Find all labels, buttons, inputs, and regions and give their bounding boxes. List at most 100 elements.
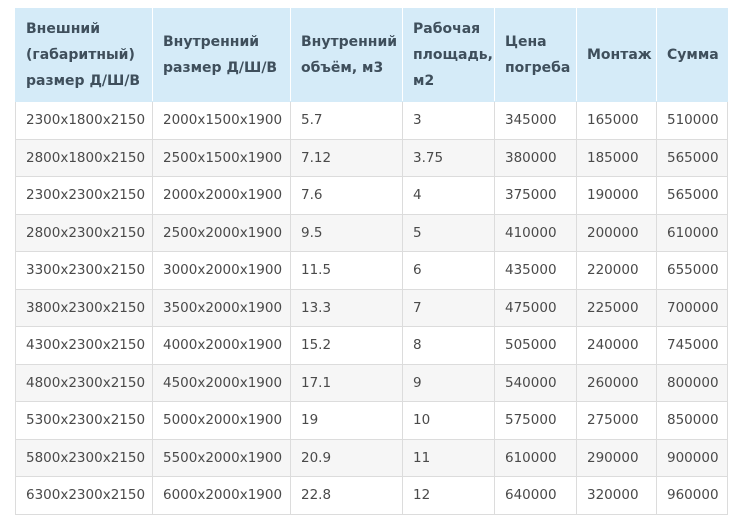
cell-total: 850000 [656, 401, 728, 440]
cell-inner-volume: 5.7 [290, 101, 403, 140]
table-row: 3300х2300х2150 3000х2000х1900 11.5 6 435000 2… [15, 251, 728, 290]
cell-cellar-price: 610000 [494, 438, 577, 477]
cell-inner-size: 2000х1500х1900 [152, 101, 291, 140]
cell-inner-size: 6000х2000х1900 [152, 476, 291, 515]
cell-inner-volume: 7.12 [290, 138, 403, 177]
cell-outer-size: 5300х2300х2150 [15, 401, 153, 440]
header-total: Сумма [656, 8, 728, 102]
cell-inner-volume: 13.3 [290, 288, 403, 327]
cell-inner-volume: 11.5 [290, 251, 403, 290]
cell-cellar-price: 375000 [494, 176, 577, 215]
cell-work-area: 6 [402, 251, 495, 290]
cell-inner-size: 5000х2000х1900 [152, 401, 291, 440]
cell-inner-size: 3000х2000х1900 [152, 251, 291, 290]
cell-installation: 185000 [576, 138, 657, 177]
cell-cellar-price: 640000 [494, 476, 577, 515]
cell-total: 800000 [656, 363, 728, 402]
cell-inner-volume: 15.2 [290, 326, 403, 365]
cell-cellar-price: 410000 [494, 213, 577, 252]
cell-cellar-price: 380000 [494, 138, 577, 177]
header-inner-volume: Внутренний объём, м3 [290, 8, 403, 102]
table-row: 6300х2300х2150 6000х2000х1900 22.8 12 640000… [15, 476, 728, 515]
cell-installation: 320000 [576, 476, 657, 515]
cell-inner-size: 4500х2000х1900 [152, 363, 291, 402]
cell-outer-size: 4300х2300х2150 [15, 326, 153, 365]
cell-total: 960000 [656, 476, 728, 515]
cell-outer-size: 2300х2300х2150 [15, 176, 153, 215]
cell-installation: 220000 [576, 251, 657, 290]
table-row: 2800х2300х2150 2500х2000х1900 9.5 5 410000 20… [15, 213, 728, 252]
cell-work-area: 5 [402, 213, 495, 252]
cell-inner-size: 2500х1500х1900 [152, 138, 291, 177]
header-cellar-price: Цена погреба [494, 8, 577, 102]
cell-total: 510000 [656, 101, 728, 140]
cell-inner-size: 2500х2000х1900 [152, 213, 291, 252]
cell-work-area: 3.75 [402, 138, 495, 177]
cell-inner-volume: 17.1 [290, 363, 403, 402]
cell-inner-size: 3500х2000х1900 [152, 288, 291, 327]
cell-cellar-price: 505000 [494, 326, 577, 365]
cell-inner-size: 4000х2000х1900 [152, 326, 291, 365]
cell-work-area: 12 [402, 476, 495, 515]
cell-outer-size: 2800х1800х2150 [15, 138, 153, 177]
cell-total: 700000 [656, 288, 728, 327]
cell-total: 610000 [656, 213, 728, 252]
cell-installation: 225000 [576, 288, 657, 327]
cell-outer-size: 3300х2300х2150 [15, 251, 153, 290]
header-row: Внешний (габаритный) размер Д/Ш/В Внутре… [15, 8, 728, 102]
cell-inner-volume: 7.6 [290, 176, 403, 215]
header-inner-size: Внутренний размер Д/Ш/В [152, 8, 291, 102]
cell-cellar-price: 540000 [494, 363, 577, 402]
header-installation: Монтаж [576, 8, 657, 102]
cell-outer-size: 6300х2300х2150 [15, 476, 153, 515]
cell-installation: 260000 [576, 363, 657, 402]
cell-total: 655000 [656, 251, 728, 290]
table-header: Внешний (габаритный) размер Д/Ш/В Внутре… [15, 8, 728, 102]
cell-inner-volume: 20.9 [290, 438, 403, 477]
cell-cellar-price: 575000 [494, 401, 577, 440]
cell-installation: 165000 [576, 101, 657, 140]
cell-inner-volume: 22.8 [290, 476, 403, 515]
table-row: 2300х2300х2150 2000х2000х1900 7.6 4 375000 19… [15, 176, 728, 215]
table-row: 4300х2300х2150 4000х2000х1900 15.2 8 505000 2… [15, 326, 728, 365]
price-table-container: Внешний (габаритный) размер Д/Ш/В Внутре… [15, 8, 728, 515]
table-row: 2800х1800х2150 2500х1500х1900 7.12 3.75 3800… [15, 138, 728, 177]
cell-work-area: 11 [402, 438, 495, 477]
table-row: 2300х1800х2150 2000х1500х1900 5.7 3 345000 16… [15, 101, 728, 140]
cell-installation: 290000 [576, 438, 657, 477]
cell-inner-volume: 19 [290, 401, 403, 440]
cell-total: 565000 [656, 138, 728, 177]
cell-outer-size: 2300х1800х2150 [15, 101, 153, 140]
cell-installation: 275000 [576, 401, 657, 440]
cell-work-area: 4 [402, 176, 495, 215]
cell-total: 745000 [656, 326, 728, 365]
cell-work-area: 7 [402, 288, 495, 327]
cell-cellar-price: 345000 [494, 101, 577, 140]
table-row: 3800х2300х2150 3500х2000х1900 13.3 7 475000 2… [15, 288, 728, 327]
cell-installation: 200000 [576, 213, 657, 252]
cell-work-area: 8 [402, 326, 495, 365]
table-row: 5800х2300х2150 5500х2000х1900 20.9 11 610000… [15, 438, 728, 477]
table-row: 4800х2300х2150 4500х2000х1900 17.1 9 540000 2… [15, 363, 728, 402]
cell-total: 565000 [656, 176, 728, 215]
cell-outer-size: 2800х2300х2150 [15, 213, 153, 252]
cell-outer-size: 3800х2300х2150 [15, 288, 153, 327]
header-outer-size: Внешний (габаритный) размер Д/Ш/В [15, 8, 153, 102]
cell-work-area: 3 [402, 101, 495, 140]
cell-inner-volume: 9.5 [290, 213, 403, 252]
cell-work-area: 10 [402, 401, 495, 440]
table-body: 2300х1800х2150 2000х1500х1900 5.7 3 345000 16… [15, 101, 728, 515]
cell-cellar-price: 435000 [494, 251, 577, 290]
price-table: Внешний (габаритный) размер Д/Ш/В Внутре… [15, 8, 728, 515]
cell-work-area: 9 [402, 363, 495, 402]
cell-total: 900000 [656, 438, 728, 477]
cell-outer-size: 4800х2300х2150 [15, 363, 153, 402]
cell-outer-size: 5800х2300х2150 [15, 438, 153, 477]
header-work-area: Рабочая площадь, м2 [402, 8, 495, 102]
cell-installation: 240000 [576, 326, 657, 365]
cell-inner-size: 5500х2000х1900 [152, 438, 291, 477]
table-row: 5300х2300х2150 5000х2000х1900 19 10 575000 27… [15, 401, 728, 440]
cell-installation: 190000 [576, 176, 657, 215]
cell-inner-size: 2000х2000х1900 [152, 176, 291, 215]
cell-cellar-price: 475000 [494, 288, 577, 327]
